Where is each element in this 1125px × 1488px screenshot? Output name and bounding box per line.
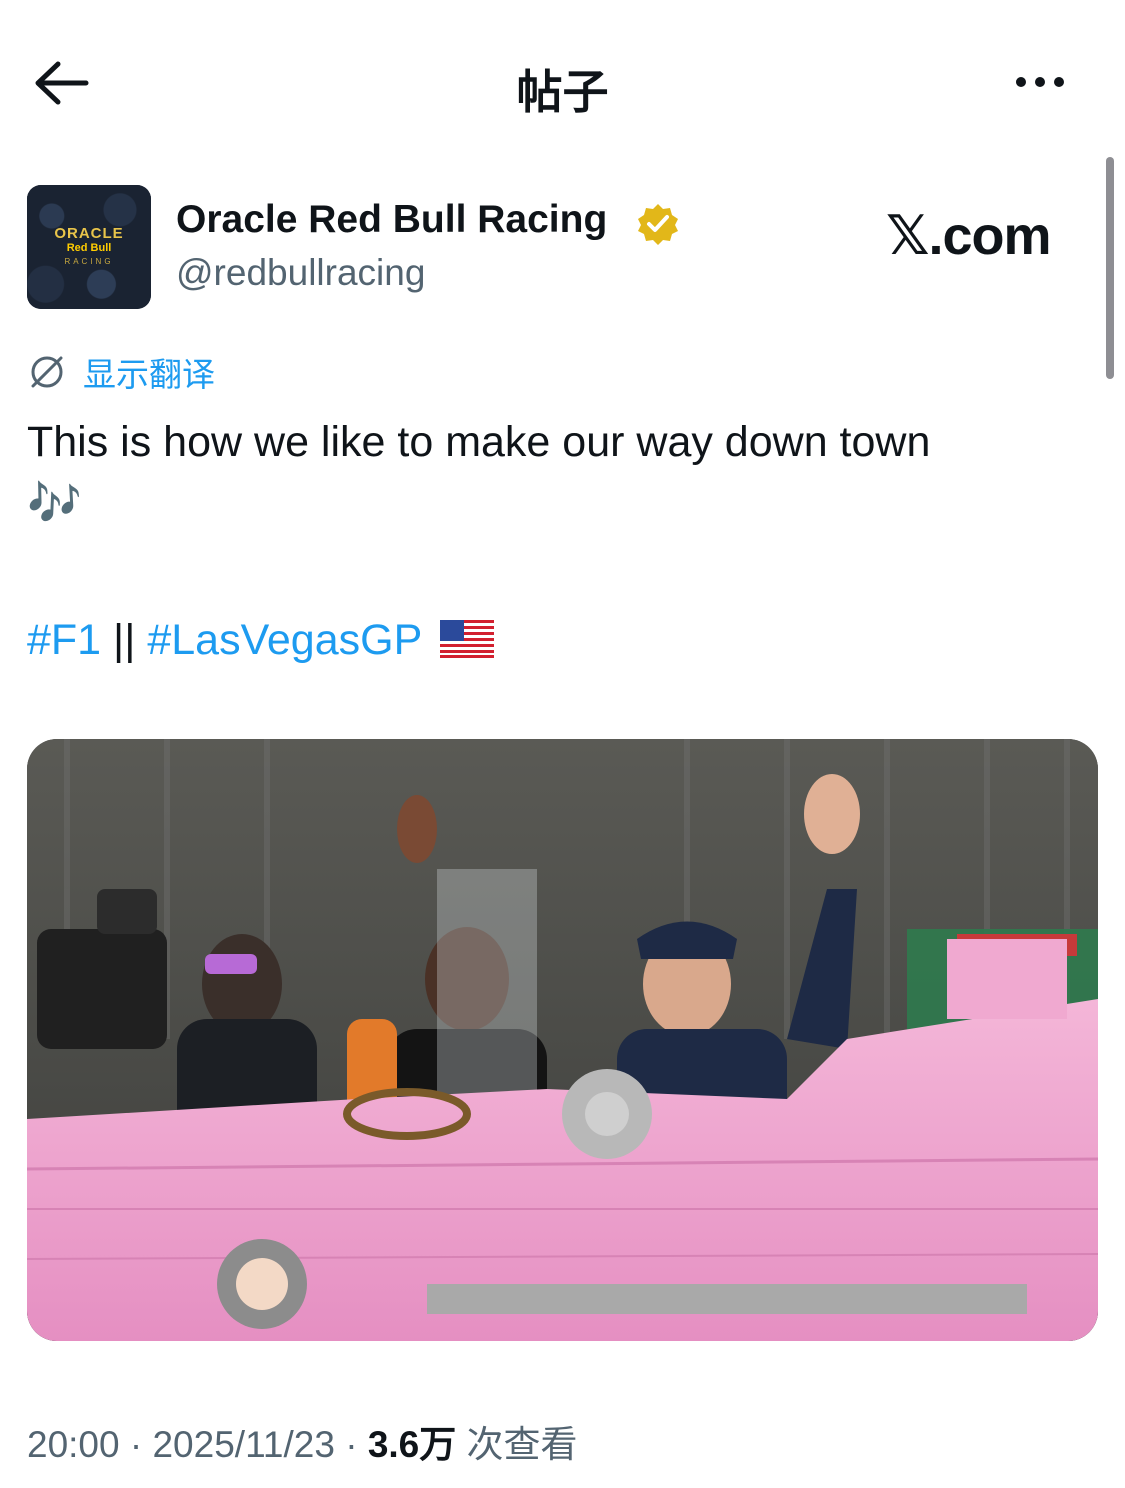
hashtag-line: #F1 || #LasVegasGP	[27, 610, 495, 670]
more-dot	[1035, 77, 1045, 87]
hashtag-f1[interactable]: #F1	[27, 616, 101, 664]
meta-separator: ·	[345, 1424, 358, 1465]
avatar-logo-text: ORACLE	[54, 225, 124, 242]
meta-separator: ·	[129, 1424, 143, 1465]
views-label: 次查看	[466, 1424, 578, 1465]
post-text: This is how we like to make our way down…	[27, 418, 931, 466]
post-photo[interactable]	[27, 739, 1098, 1341]
more-dot	[1016, 77, 1026, 87]
hashtag-lasvegasgp[interactable]: #LasVegasGP	[147, 616, 422, 664]
views-count[interactable]: 3.6万	[368, 1424, 456, 1465]
more-options-button[interactable]	[1004, 60, 1076, 104]
post-meta: 20:00 · 2025/11/23 · 3.6万 次查看	[27, 1414, 578, 1468]
music-notes-emoji: 🎶	[27, 478, 82, 529]
avatar-logo-text: RACING	[64, 257, 114, 266]
show-translation-button[interactable]: 显示翻译	[27, 350, 215, 394]
translate-globe-icon	[31, 356, 63, 388]
author-handle[interactable]: @redbullracing	[176, 252, 425, 294]
page-title: 帖子	[516, 65, 609, 119]
author-avatar[interactable]: ORACLE Red Bull RACING	[27, 185, 151, 309]
top-bar: 帖子	[0, 0, 1125, 165]
author-name[interactable]: Oracle Red Bull Racing	[176, 198, 607, 242]
more-dot	[1054, 77, 1064, 87]
post-time: 20:00	[27, 1424, 120, 1465]
scrollbar[interactable]	[1106, 157, 1114, 379]
hashtag-separator: ||	[101, 616, 148, 664]
us-flag-icon	[440, 619, 495, 658]
show-translation-label: 显示翻译	[83, 355, 215, 394]
x-com-watermark: 𝕏.com	[886, 206, 1052, 266]
post-date: 2025/11/23	[152, 1424, 335, 1465]
verified-badge-icon	[638, 204, 678, 245]
avatar-logo-text: Red Bull	[66, 242, 112, 254]
photo-illustration	[27, 739, 1098, 1341]
